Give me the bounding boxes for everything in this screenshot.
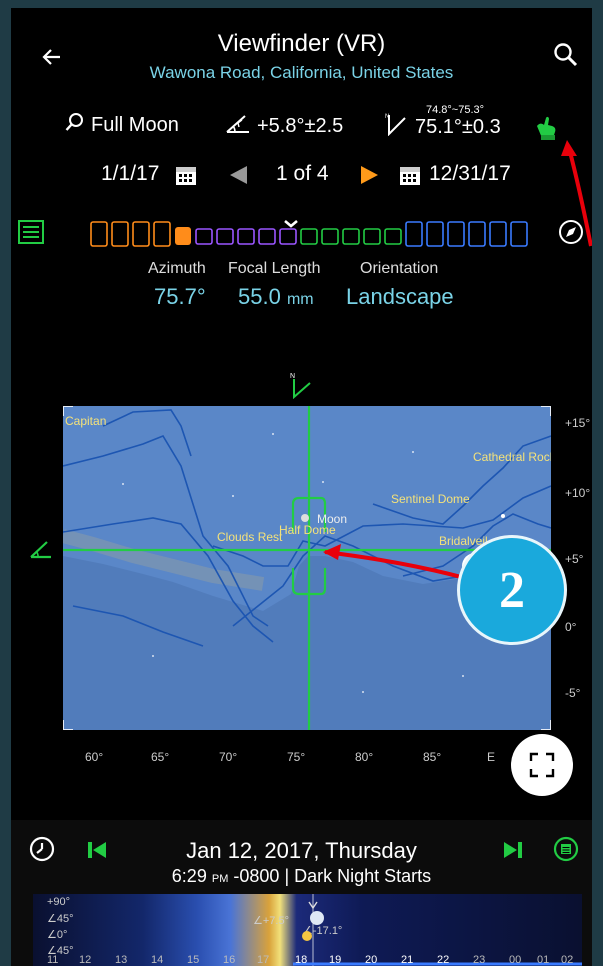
target-selector[interactable]: Full Moon <box>65 112 179 138</box>
page-indicator: 1 of 4 <box>276 162 329 185</box>
azimuth-tick: 75° <box>287 750 306 764</box>
elevation-readout[interactable]: +5.8°±2.5 <box>225 112 343 140</box>
azimuth-north-icon: N <box>383 112 409 142</box>
focal-length-value[interactable]: 55.0 mm <box>238 284 314 310</box>
label-clouds-rest: Clouds Rest <box>217 530 283 544</box>
hour-label: 01 <box>537 954 550 966</box>
label-cathedral-rocks: Cathedral Rocks <box>473 450 551 464</box>
hand-pointer-arrow <box>561 140 592 247</box>
hour-label: 11 <box>47 954 59 966</box>
hour-label: 15 <box>187 954 200 966</box>
hour-label: 20 <box>365 954 378 966</box>
hour-label: 12 <box>79 954 92 966</box>
azimuth-metric-value[interactable]: 75.7° <box>154 284 206 310</box>
azimuth-tick: 65° <box>151 750 170 764</box>
azimuth-marker-icon: N <box>285 370 315 400</box>
target-info-row: Full Moon +5.8°±2.5 N 75.1°±0.3 <box>11 112 592 144</box>
hour-label: 13 <box>115 954 128 966</box>
previous-triangle-icon[interactable] <box>223 162 253 188</box>
current-time-line[interactable]: 6:29 PM -0800 | Dark Night Starts <box>11 866 592 887</box>
focal-length-label: Focal Length <box>228 260 321 277</box>
phase-strip[interactable] <box>89 216 529 250</box>
hour-label: 23 <box>473 954 486 966</box>
magnifier-icon <box>65 112 85 138</box>
azimuth-tick: 70° <box>219 750 238 764</box>
hour-label: 00 <box>509 954 522 966</box>
focal-length-unit: mm <box>286 291 314 308</box>
elevation-tick: +5° <box>565 552 584 566</box>
calendar-icon-end[interactable] <box>395 160 425 190</box>
location-subtitle[interactable]: Wawona Road, California, United States <box>11 63 592 83</box>
camera-metrics: Azimuth Focal Length Orientation 75.7° 5… <box>11 260 592 320</box>
svg-text:N: N <box>290 373 295 380</box>
elevation-tick: -5° <box>565 686 581 700</box>
azimuth-range: 74.8°~75.3° <box>426 104 485 116</box>
list-icon[interactable] <box>17 218 45 246</box>
calendar-icon[interactable] <box>171 160 201 190</box>
hour-label: 02 <box>561 954 574 966</box>
top-bar: Viewfinder (VR) Wawona Road, California,… <box>11 8 592 100</box>
elevation-tick: 0° <box>565 620 577 634</box>
hour-label: 18 <box>295 954 308 966</box>
fullscreen-button[interactable] <box>511 734 573 796</box>
azimuth-readout[interactable]: N 75.1°±0.3 <box>383 112 501 142</box>
step-badge: 2 <box>457 535 567 645</box>
moon-icon <box>310 911 324 925</box>
end-date[interactable]: 12/31/17 <box>429 162 511 186</box>
next-triangle-icon[interactable] <box>355 162 385 188</box>
label-sentinel-dome: Sentinel Dome <box>391 492 470 506</box>
focal-length-number: 55.0 <box>238 284 281 309</box>
bottom-time-panel: Jan 12, 2017, Thursday 6:29 PM -0800 | D… <box>11 820 592 966</box>
fullscreen-icon <box>529 752 555 778</box>
elevation-angle-icon <box>225 112 251 140</box>
hour-label: 21 <box>401 954 414 966</box>
label-half-dome: Half Dome <box>279 523 336 537</box>
hour-label: 19 <box>329 954 342 966</box>
azimuth-value: 75.1°±0.3 <box>415 115 501 138</box>
azimuth-tick: 80° <box>355 750 374 764</box>
app-screen: Viewfinder (VR) Wawona Road, California,… <box>11 8 592 966</box>
moon-marker <box>301 514 309 522</box>
azimuth-tick: E <box>487 750 496 764</box>
hour-label: 22 <box>437 954 450 966</box>
skip-forward-icon[interactable] <box>499 836 527 864</box>
azimuth-label: Azimuth <box>148 260 206 277</box>
hour-label: 14 <box>151 954 164 966</box>
calendar-circle-icon[interactable] <box>551 834 581 864</box>
time-ampm: PM <box>211 873 229 885</box>
hour-label: 16 <box>223 954 236 966</box>
elevation-side-icon <box>27 536 55 562</box>
elevation-tick: +10° <box>565 486 591 500</box>
page-title: Viewfinder (VR) <box>217 30 386 57</box>
phase-selector-row <box>11 214 592 250</box>
orientation-value[interactable]: Landscape <box>346 284 454 310</box>
timeline-strip[interactable]: +90° ∠45° ∠0° ∠45° ∠+7.5° ∠-17.1° 11 12 … <box>33 894 582 966</box>
time-event: Dark Night Starts <box>294 866 432 886</box>
elevation-tick: +15° <box>565 416 591 430</box>
search-icon[interactable] <box>549 38 583 72</box>
sun-icon <box>302 931 312 941</box>
label-el-capitan: Capitan <box>65 414 107 428</box>
orientation-label: Orientation <box>360 260 439 277</box>
hour-label: 17 <box>257 954 270 966</box>
time-zone: -0800 <box>233 866 280 886</box>
svg-text:N: N <box>385 114 389 120</box>
target-name: Full Moon <box>91 113 179 136</box>
start-date[interactable]: 1/1/17 <box>101 162 159 186</box>
current-time: 6:29 <box>171 866 207 886</box>
elevation-value: +5.8°±2.5 <box>257 114 344 137</box>
azimuth-tick: 60° <box>85 750 104 764</box>
azimuth-tick: 85° <box>423 750 442 764</box>
date-range-row: 1/1/17 1 of 4 12/31/17 <box>11 158 592 192</box>
